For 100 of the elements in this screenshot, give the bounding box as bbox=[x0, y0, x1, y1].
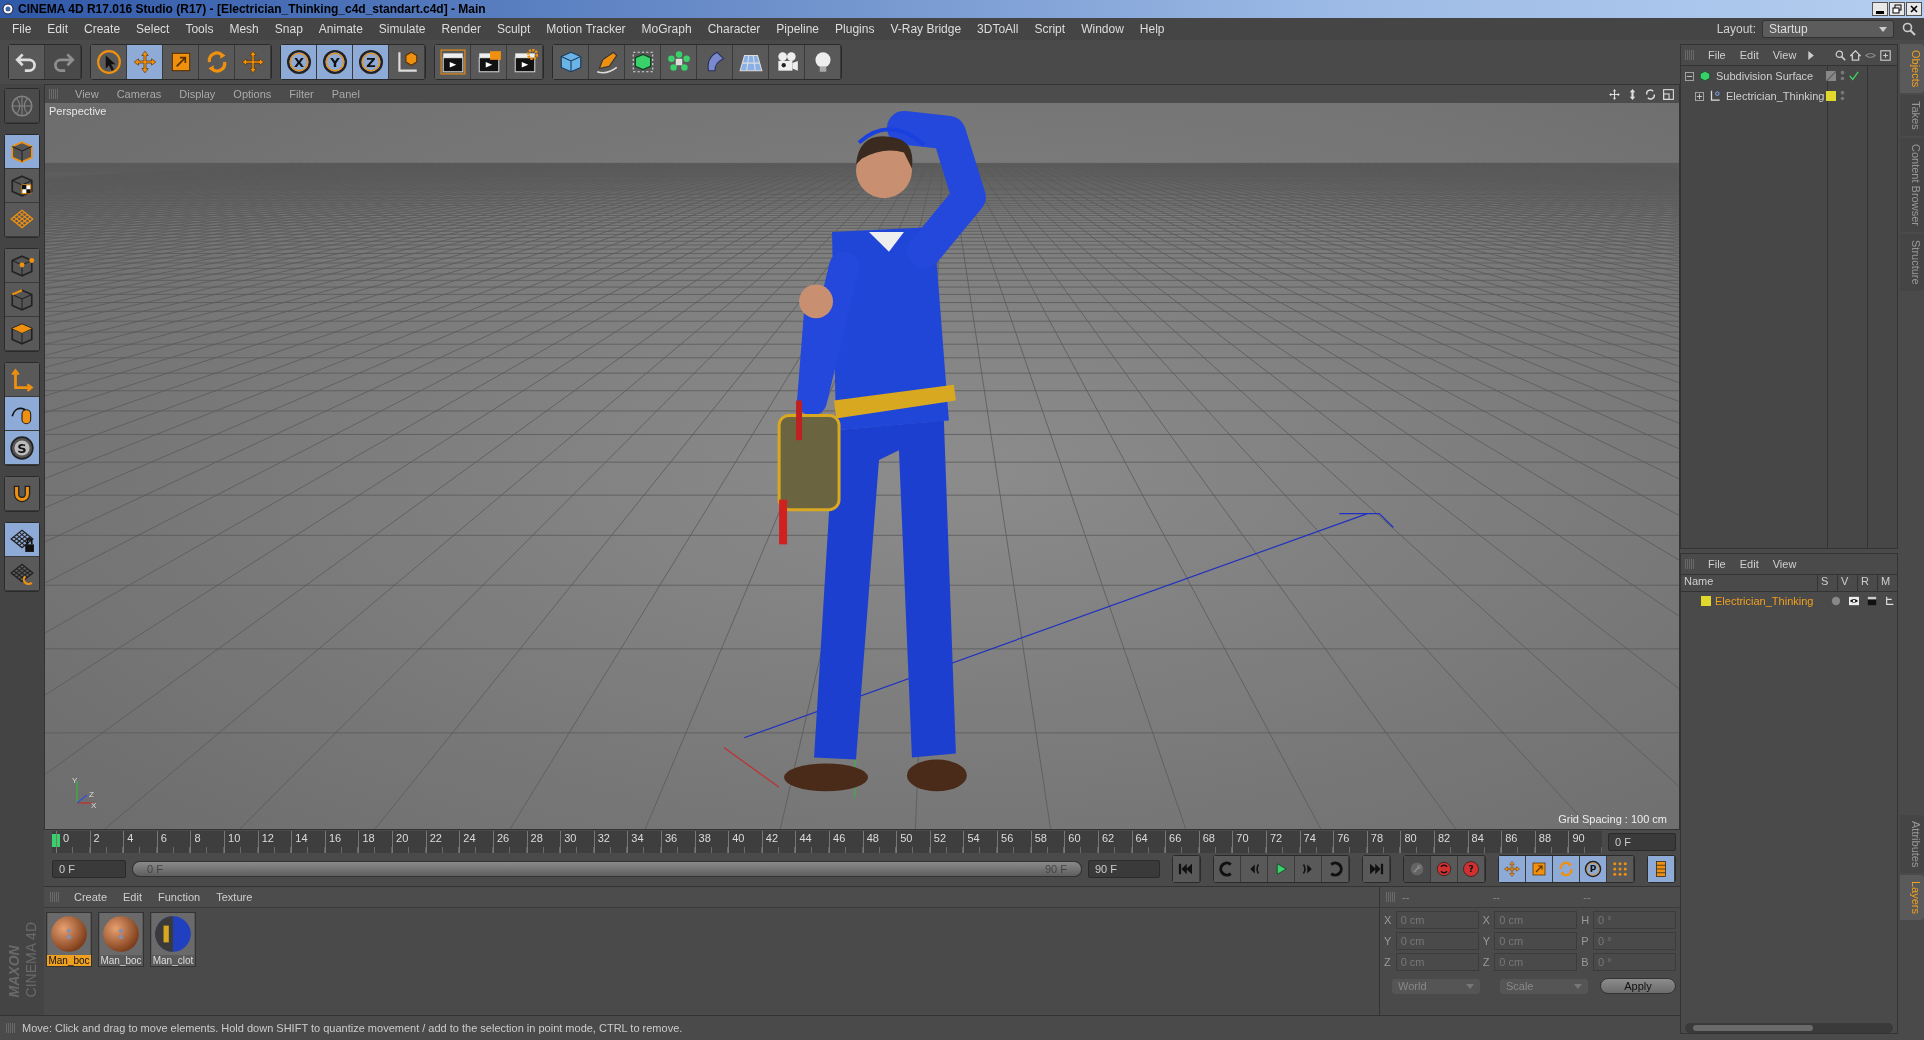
side-tab[interactable]: Content Browser bbox=[1900, 138, 1924, 232]
locked-workplane-button[interactable] bbox=[5, 523, 39, 557]
material-thumbnail[interactable]: Man_boc bbox=[46, 912, 92, 967]
end-frame-field[interactable]: 90 F bbox=[1088, 860, 1160, 878]
triangle-right-icon[interactable] bbox=[1805, 49, 1817, 61]
visibility-dots-icon[interactable] bbox=[1840, 70, 1845, 82]
hierarchy-icon[interactable] bbox=[1885, 595, 1895, 606]
menu-item[interactable]: Tools bbox=[177, 22, 222, 36]
menu-item[interactable]: Pipeline bbox=[768, 22, 828, 36]
side-tab[interactable]: Attributes bbox=[1900, 814, 1924, 873]
current-frame-field[interactable]: 0 F bbox=[1608, 833, 1676, 851]
menu-item[interactable]: Simulate bbox=[370, 22, 434, 36]
viewport-menu-item[interactable]: Display bbox=[171, 88, 224, 100]
panel-menu-item[interactable]: Edit bbox=[1732, 49, 1766, 61]
move-tool-button[interactable] bbox=[127, 45, 163, 79]
horizontal-scrollbar[interactable] bbox=[1685, 1023, 1893, 1033]
start-frame-field[interactable]: 0 F bbox=[52, 860, 126, 878]
close-button[interactable] bbox=[1906, 2, 1922, 16]
layer-row[interactable]: Electrician_Thinking bbox=[1681, 591, 1897, 610]
menu-item[interactable]: Snap bbox=[266, 22, 311, 36]
menu-item[interactable]: 3DToAll bbox=[969, 22, 1027, 36]
rotate-tool-button[interactable] bbox=[199, 45, 235, 79]
floor-button[interactable] bbox=[733, 45, 769, 79]
move-tool-button[interactable] bbox=[235, 45, 271, 79]
menu-item[interactable]: Character bbox=[699, 22, 769, 36]
go-to-start-button[interactable] bbox=[1173, 856, 1200, 882]
render-view-button[interactable] bbox=[435, 45, 471, 79]
menu-item[interactable]: Animate bbox=[310, 22, 371, 36]
material-menu-item[interactable]: Edit bbox=[115, 891, 150, 903]
texture-mode-button[interactable] bbox=[5, 169, 39, 203]
select-tool-button[interactable] bbox=[91, 45, 127, 79]
menu-item[interactable]: Window bbox=[1073, 22, 1132, 36]
expander-icon[interactable] bbox=[1695, 91, 1704, 101]
keyframe-help-button[interactable]: ? bbox=[1458, 856, 1485, 882]
panel-menu-item[interactable]: File bbox=[1701, 49, 1733, 61]
panel-menu-item[interactable]: File bbox=[1701, 557, 1733, 570]
maximize-frame-icon[interactable] bbox=[1662, 87, 1675, 101]
menu-item[interactable]: Select bbox=[128, 22, 178, 36]
side-tab[interactable]: Layers bbox=[1900, 874, 1924, 920]
panel-menu-item[interactable]: View bbox=[1765, 557, 1804, 570]
layer-color-swatch[interactable] bbox=[1826, 91, 1836, 101]
go-to-end-button[interactable] bbox=[1363, 856, 1390, 882]
column-header[interactable]: Name bbox=[1681, 574, 1817, 591]
restore-button[interactable] bbox=[1889, 2, 1905, 16]
point-level-button[interactable] bbox=[1607, 856, 1634, 882]
expander-icon[interactable] bbox=[1685, 71, 1694, 81]
menu-item[interactable]: V-Ray Bridge bbox=[882, 22, 970, 36]
column-header[interactable]: V bbox=[1837, 574, 1857, 591]
previous-frame-button[interactable] bbox=[1241, 856, 1268, 882]
rotate-tool-button[interactable] bbox=[1553, 856, 1580, 882]
menu-item[interactable]: Plugins bbox=[827, 22, 883, 36]
side-tab[interactable]: Structure bbox=[1900, 234, 1924, 291]
axis-mode-button[interactable] bbox=[5, 363, 39, 397]
object-row[interactable]: Subdivision Surface bbox=[1681, 66, 1897, 86]
menu-item[interactable]: Render bbox=[433, 22, 489, 36]
polygons-mode-button[interactable] bbox=[5, 317, 39, 351]
autokey-button[interactable] bbox=[1431, 856, 1458, 882]
material-menu-item[interactable]: Create bbox=[66, 891, 116, 903]
model-mode-button[interactable] bbox=[5, 135, 39, 169]
menu-item[interactable]: File bbox=[4, 22, 40, 36]
planar-workplane-button[interactable] bbox=[5, 557, 39, 591]
side-tab[interactable]: Takes bbox=[1900, 95, 1924, 137]
viewport-menu-item[interactable]: Panel bbox=[323, 88, 368, 100]
light-button[interactable] bbox=[805, 45, 841, 79]
viewport-menu-item[interactable]: Cameras bbox=[108, 88, 170, 100]
circular-arrows-icon[interactable] bbox=[1644, 87, 1657, 101]
magnet-button[interactable] bbox=[5, 477, 39, 511]
object-row[interactable]: Electrician_Thinking bbox=[1681, 86, 1897, 106]
column-header[interactable]: S bbox=[1817, 574, 1837, 591]
cloner-button[interactable] bbox=[661, 45, 697, 79]
new-view-icon[interactable] bbox=[1880, 49, 1891, 61]
parameter-key-button[interactable]: P bbox=[1580, 856, 1607, 882]
menu-item[interactable]: Edit bbox=[39, 22, 77, 36]
home-icon[interactable] bbox=[1850, 49, 1861, 61]
menu-item[interactable]: Mesh bbox=[221, 22, 267, 36]
menu-item[interactable]: Motion Tracker bbox=[538, 22, 634, 36]
layer-color-swatch[interactable] bbox=[1701, 595, 1711, 606]
workplane-mode-button[interactable] bbox=[5, 203, 39, 237]
menu-item[interactable]: MoGraph bbox=[633, 22, 700, 36]
edges-mode-button[interactable] bbox=[5, 283, 39, 317]
scale-tool-button[interactable] bbox=[163, 45, 199, 79]
layout-dropdown[interactable]: Startup bbox=[1762, 20, 1894, 38]
solo-dot-icon[interactable] bbox=[1831, 595, 1841, 606]
search-icon[interactable] bbox=[1835, 49, 1846, 61]
camera-button[interactable] bbox=[769, 45, 805, 79]
menu-item[interactable]: Create bbox=[76, 22, 129, 36]
material-thumbnail[interactable]: Man_boc bbox=[98, 912, 144, 967]
eye-icon[interactable] bbox=[1849, 595, 1859, 606]
menu-item[interactable]: Script bbox=[1026, 22, 1074, 36]
clapperboard-icon[interactable] bbox=[1867, 595, 1877, 606]
enabled-check-icon[interactable] bbox=[1849, 71, 1859, 81]
points-mode-button[interactable] bbox=[5, 249, 39, 283]
material-menu-item[interactable]: Texture bbox=[208, 891, 261, 903]
panel-menu-item[interactable]: Edit bbox=[1732, 557, 1766, 570]
layer-color-swatch[interactable] bbox=[1826, 71, 1836, 81]
minimize-button[interactable] bbox=[1872, 2, 1888, 16]
column-header[interactable]: R bbox=[1857, 574, 1877, 591]
menu-item[interactable]: Help bbox=[1131, 22, 1173, 36]
undo-button[interactable] bbox=[9, 45, 45, 79]
panel-menu-item[interactable]: View bbox=[1765, 49, 1804, 61]
